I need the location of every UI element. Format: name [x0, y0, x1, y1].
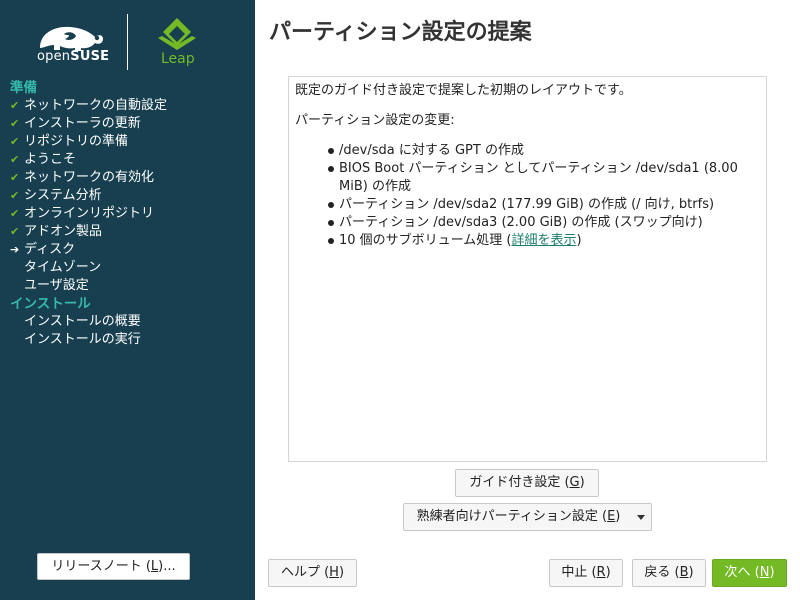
dropdown-arrow-icon[interactable] [637, 515, 645, 520]
sidebar-step: ✔ インストーラの更新 [0, 115, 255, 133]
logo-divider [127, 14, 128, 70]
sidebar-step-label: インストールの概要 [24, 314, 141, 329]
sidebar-step: インストールの実行 [0, 331, 255, 349]
show-details-link[interactable]: 詳細を表示 [512, 233, 577, 248]
proposal-intro: 既定のガイド付き設定で提案した初期のレイアウトです。 [295, 83, 632, 98]
sidebar-step: ✔ ようこそ [0, 151, 255, 169]
sidebar-step: ➔ ディスク [0, 241, 255, 259]
page-title: パーティション設定の提案 [269, 20, 532, 45]
guided-setup-button[interactable]: ガイド付き設定 (G) [455, 469, 599, 497]
arrow-right-icon: ➔ [10, 243, 20, 256]
sidebar-step: インストールの概要 [0, 313, 255, 331]
sidebar-step-label: ネットワークの有効化 [24, 170, 155, 185]
step-marker-blank [10, 331, 22, 349]
leap-wordmark: Leap [161, 51, 195, 67]
sidebar-step-label: システム分析 [24, 188, 102, 203]
check-icon: ✔ [10, 99, 20, 112]
change-item: /dev/sda に対する GPT の作成 [328, 142, 760, 160]
step-marker-blank [10, 277, 22, 295]
sidebar-step-label: インストールの実行 [24, 332, 141, 347]
change-item: BIOS Boot パーティション としてパーティション /dev/sda1 (… [328, 160, 760, 196]
sidebar-step-label: ユーザ設定 [24, 278, 89, 293]
check-icon: ✔ [10, 189, 20, 202]
sidebar-step: ✔ ネットワークの自動設定 [0, 97, 255, 115]
check-icon: ✔ [10, 135, 20, 148]
sidebar: openSUSE Leap 準備 ✔ ネットワークの自動設定 ✔ インストーラの更新 ✔ リ… [0, 0, 255, 600]
sidebar-step: ✔ リポジトリの準備 [0, 133, 255, 151]
expert-partitioner-button[interactable]: 熟練者向けパーティション設定 (E) [403, 503, 652, 531]
sidebar-section-heading: 準備 [10, 80, 37, 96]
sidebar-step-label: タイムゾーン [24, 260, 102, 275]
sidebar-step: ✔ ネットワークの有効化 [0, 169, 255, 187]
opensuse-wordmark: openSUSE [37, 49, 110, 64]
installation-steps: 準備 ✔ ネットワークの自動設定 ✔ インストーラの更新 ✔ リポジトリの準備 ✔ ようこそ ✔ ネ… [0, 79, 255, 349]
changes-heading: パーティション設定の変更: [295, 113, 455, 128]
sidebar-step-label: ネットワークの自動設定 [24, 98, 168, 113]
step-marker-blank [10, 259, 22, 277]
check-icon: ✔ [10, 153, 20, 166]
sidebar-step: ユーザ設定 [0, 277, 255, 295]
proposal-summary: 既定のガイド付き設定で提案した初期のレイアウトです。 パーティション設定の変更:… [288, 76, 767, 462]
sidebar-step: ✔ アドオン製品 [0, 223, 255, 241]
sidebar-step-label: リポジトリの準備 [24, 134, 129, 149]
sidebar-step-label: ようこそ [24, 152, 77, 167]
leap-logo-icon [158, 18, 196, 50]
sidebar-step: ✔ オンラインリポジトリ [0, 205, 255, 223]
release-notes-button[interactable]: リリースノート (L)... [37, 553, 190, 580]
check-icon: ✔ [10, 207, 20, 220]
change-item: パーティション /dev/sda2 (177.99 GiB) の作成 (/ 向け… [328, 196, 760, 214]
change-item-subvolumes: 10 個のサブボリューム処理 (詳細を表示) [328, 232, 760, 250]
main-content: パーティション設定の提案 既定のガイド付き設定で提案した初期のレイアウトです。 … [255, 0, 800, 600]
sidebar-step-label: ディスク [24, 242, 76, 257]
next-button[interactable]: 次へ (N) [712, 559, 787, 587]
logo-area: openSUSE Leap [0, 0, 255, 78]
sidebar-step: タイムゾーン [0, 259, 255, 277]
abort-button[interactable]: 中止 (R) [549, 559, 623, 587]
step-marker-blank [10, 313, 22, 331]
sidebar-section-heading: インストール [10, 296, 91, 312]
changes-list: /dev/sda に対する GPT の作成 BIOS Boot パーティション … [295, 142, 760, 250]
check-icon: ✔ [10, 225, 20, 238]
sidebar-step-label: オンラインリポジトリ [24, 206, 155, 221]
check-icon: ✔ [10, 117, 20, 130]
sidebar-step-label: アドオン製品 [24, 224, 103, 239]
check-icon: ✔ [10, 171, 20, 184]
installer-window: openSUSE Leap 準備 ✔ ネットワークの自動設定 ✔ インストーラの更新 ✔ リ… [0, 0, 800, 600]
back-button[interactable]: 戻る (B) [632, 559, 706, 587]
help-button[interactable]: ヘルプ (H) [268, 559, 357, 587]
change-item: パーティション /dev/sda3 (2.00 GiB) の作成 (スワップ向け… [328, 214, 760, 232]
sidebar-step-label: インストーラの更新 [24, 116, 141, 131]
sidebar-step: ✔ システム分析 [0, 187, 255, 205]
